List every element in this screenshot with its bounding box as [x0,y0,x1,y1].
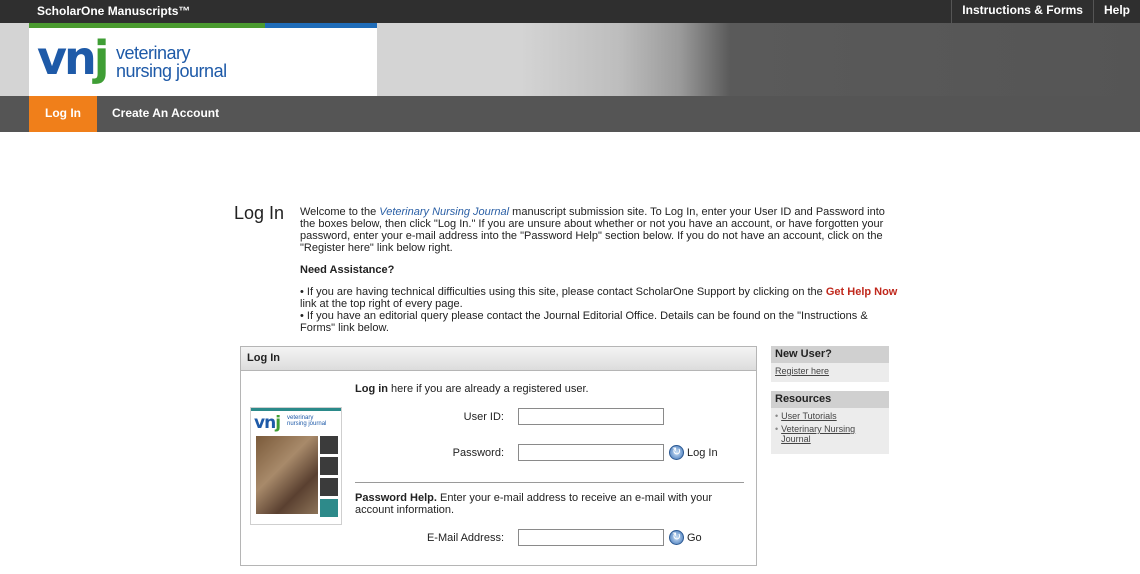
assistance-list: • If you are having technical difficulti… [300,286,900,334]
password-help-text: Password Help. Enter your e-mail address… [355,492,713,516]
user-id-label: User ID: [463,411,504,423]
assistance-item: • If you have an editorial query please … [300,310,868,334]
main-nav: Log In Create An Account [0,96,1140,132]
email-label: E-Mail Address: [426,532,504,544]
resources-box: Resources • User Tutorials • Veterinary Nu… [771,391,889,454]
logo-blue-stripe [265,23,377,28]
get-help-now-link[interactable]: Get Help Now [826,286,898,298]
go-button[interactable]: Go [687,532,702,544]
page-title: Log In [234,203,285,223]
journal-banner: vnj veterinary nursing journal [0,23,1140,96]
help-link[interactable]: Help [1092,0,1140,23]
email-go-icon[interactable] [669,530,684,545]
journal-cover-image: vnj veterinary nursing journal [250,407,342,525]
tab-log-in[interactable]: Log In [29,96,97,132]
resource-item: • Veterinary Nursing Journal [771,421,889,444]
journal-logo: vnj veterinary nursing journal [29,23,377,96]
assistance-heading: Need Assistance? [300,264,395,276]
journal-link[interactable]: Veterinary Nursing Journal [781,424,886,444]
top-links: Instructions & Forms Help [951,0,1140,23]
login-button[interactable]: Log In [687,447,718,459]
logo-line1: veterinary [116,43,191,63]
journal-name: Veterinary Nursing Journal [379,206,510,218]
new-user-heading: New User? [771,346,889,363]
email-input[interactable] [518,529,664,546]
logo-wordmark: veterinary nursing journal [116,44,227,80]
login-go-icon[interactable] [669,445,684,460]
vnj-logo-mark: vnj [37,31,109,85]
logo-green-stripe [29,23,265,28]
password-input[interactable] [518,444,664,461]
tab-create-account[interactable]: Create An Account [112,96,219,132]
register-here-link[interactable]: Register here [771,363,889,376]
divider [355,482,744,483]
top-bar: ScholarOne Manuscripts™ Instructions & F… [0,0,1140,23]
welcome-text: Welcome to the Veterinary Nursing Journa… [300,206,885,254]
scholarone-brand: ScholarOne Manuscripts™ [37,4,191,18]
login-instruction: Log in here if you are already a registe… [355,383,589,395]
password-label: Password: [452,447,504,459]
logo-line2: nursing journal [116,61,227,81]
resource-item: • User Tutorials [775,411,837,421]
instructions-forms-link[interactable]: Instructions & Forms [951,0,1093,23]
assistance-item: • If you are having technical difficulti… [300,286,898,310]
user-tutorials-link[interactable]: User Tutorials [781,411,837,421]
user-id-input[interactable] [518,408,664,425]
new-user-box: New User? Register here [771,346,889,382]
resources-heading: Resources [771,391,889,408]
login-panel: Log In vnj veterinary nursing journal Log… [240,346,757,566]
login-panel-heading: Log In [241,347,756,371]
